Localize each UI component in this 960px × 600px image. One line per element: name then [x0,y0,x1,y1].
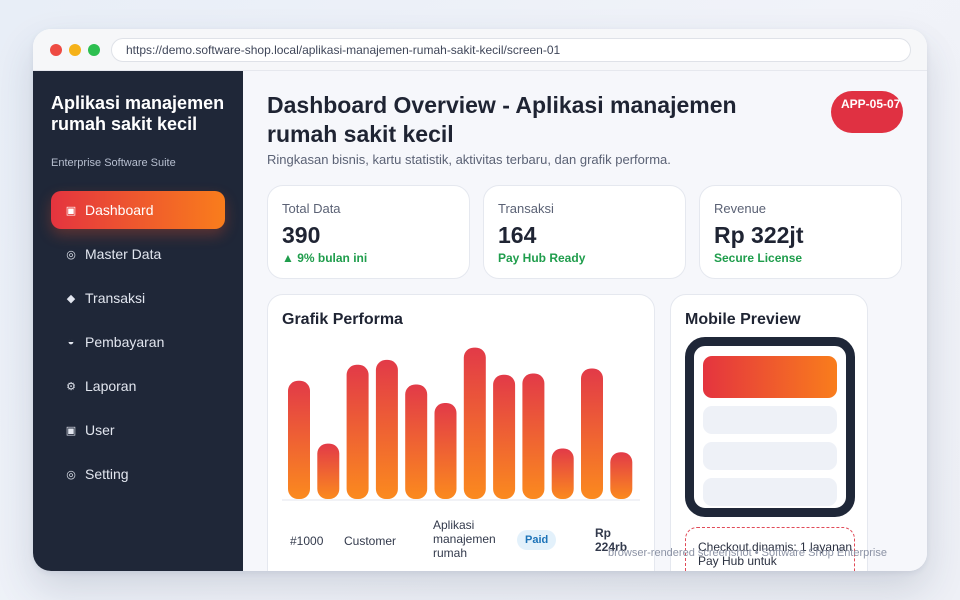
target-icon: ◎ [66,468,76,481]
square-icon: ▣ [65,424,77,437]
stat-note: Secure License [714,251,803,265]
screenshot-footnote: browser-rendered screenshot • Software S… [608,547,887,559]
stat-card-revenue: Revenue Rp 322jt Secure License [699,185,902,279]
stat-card-transaksi: Transaksi 164 Pay Hub Ready [483,185,686,279]
chart-bar [551,448,574,499]
chart-bar [463,347,486,499]
phone-list-row [703,478,837,506]
phone-mockup [685,337,855,517]
performance-bar-chart [282,347,640,501]
stat-card-total-data: Total Data 390 ▲ 9% bulan ini [267,185,470,279]
stat-value: 390 [282,222,321,248]
order-id: #1000 [290,534,324,548]
customer-name: Customer [344,534,397,548]
page-subtitle: Ringkasan bisnis, kartu statistik, aktiv… [267,152,671,167]
phone-list-row [703,406,837,434]
sidebar-item-setting[interactable]: ◎ Setting [51,455,225,493]
browser-chrome: https://demo.software-shop.local/aplikas… [33,29,927,71]
gear-icon: ⚙ [66,380,76,393]
app-code-badge: APP-05-07 [831,91,903,133]
phone-list-row [703,442,837,470]
product-name: Aplikasi manajemen rumah [433,518,496,560]
sidebar-item-transaksi[interactable]: ◆ Transaksi [51,279,225,317]
chart-bar [346,364,369,499]
chart-bar [434,403,457,499]
sidebar-item-master-data[interactable]: ◎ Master Data [51,235,225,273]
sidebar-item-label: Laporan [85,378,137,394]
chart-bar [581,368,603,499]
address-bar[interactable]: https://demo.software-shop.local/aplikas… [111,38,911,62]
stat-label: Revenue [714,201,767,216]
page-title: Dashboard Overview - Aplikasi manajemen … [267,92,737,147]
chart-bar [375,359,398,499]
stat-note: Pay Hub Ready [498,251,586,265]
browser-window: https://demo.software-shop.local/aplikas… [33,29,927,571]
sidebar-item-label: Master Data [85,246,162,262]
sidebar-item-laporan[interactable]: ⚙ Laporan [51,367,225,405]
mobile-preview-panel: Mobile Preview Checkout dinamis: 1 layan… [670,294,868,571]
sidebar-item-pembayaran[interactable]: ◒ Pembayaran [51,323,225,361]
minimize-window-button[interactable] [69,44,81,56]
sidebar-item-label: Dashboard [85,202,154,218]
chart-bar [288,380,310,499]
panel-title: Grafik Performa [282,311,403,328]
sidebar-item-user[interactable]: ▣ User [51,411,225,449]
stat-trend: ▲ 9% bulan ini [282,251,368,265]
sidebar-item-label: User [85,422,115,438]
panel-title: Mobile Preview [685,311,801,328]
sidebar-item-label: Pembayaran [85,334,165,350]
stat-value: 164 [498,222,537,248]
stat-value: Rp 322jt [714,222,804,248]
phone-hero-banner [703,356,837,398]
app-subtitle: Enterprise Software Suite [51,157,176,169]
stat-label: Total Data [282,201,341,216]
maximize-window-button[interactable] [88,44,100,56]
chart-bar [317,443,340,499]
app-title: Aplikasi manajemen rumah sakit kecil [51,93,225,134]
chart-bar [610,452,633,499]
main-content: Dashboard Overview - Aplikasi manajemen … [243,71,927,571]
stat-label: Transaksi [498,201,554,216]
target-icon: ◎ [66,248,76,261]
dashboard-icon: ▣ [65,204,77,217]
performance-panel: Grafik Performa #1000 Customer Aplikasi … [267,294,655,571]
sidebar-item-label: Transaksi [85,290,146,306]
sidebar-item-label: Setting [85,466,129,482]
chart-bar [493,374,516,499]
chart-bar [522,373,545,499]
half-circle-icon: ◒ [67,336,75,348]
diamond-icon: ◆ [66,292,76,305]
status-badge: Paid [517,530,557,550]
close-window-button[interactable] [50,44,62,56]
chart-bar [405,384,428,499]
sidebar: Aplikasi manajemen rumah sakit kecil Ent… [33,71,243,571]
sidebar-item-dashboard[interactable]: ▣ Dashboard [51,191,225,229]
